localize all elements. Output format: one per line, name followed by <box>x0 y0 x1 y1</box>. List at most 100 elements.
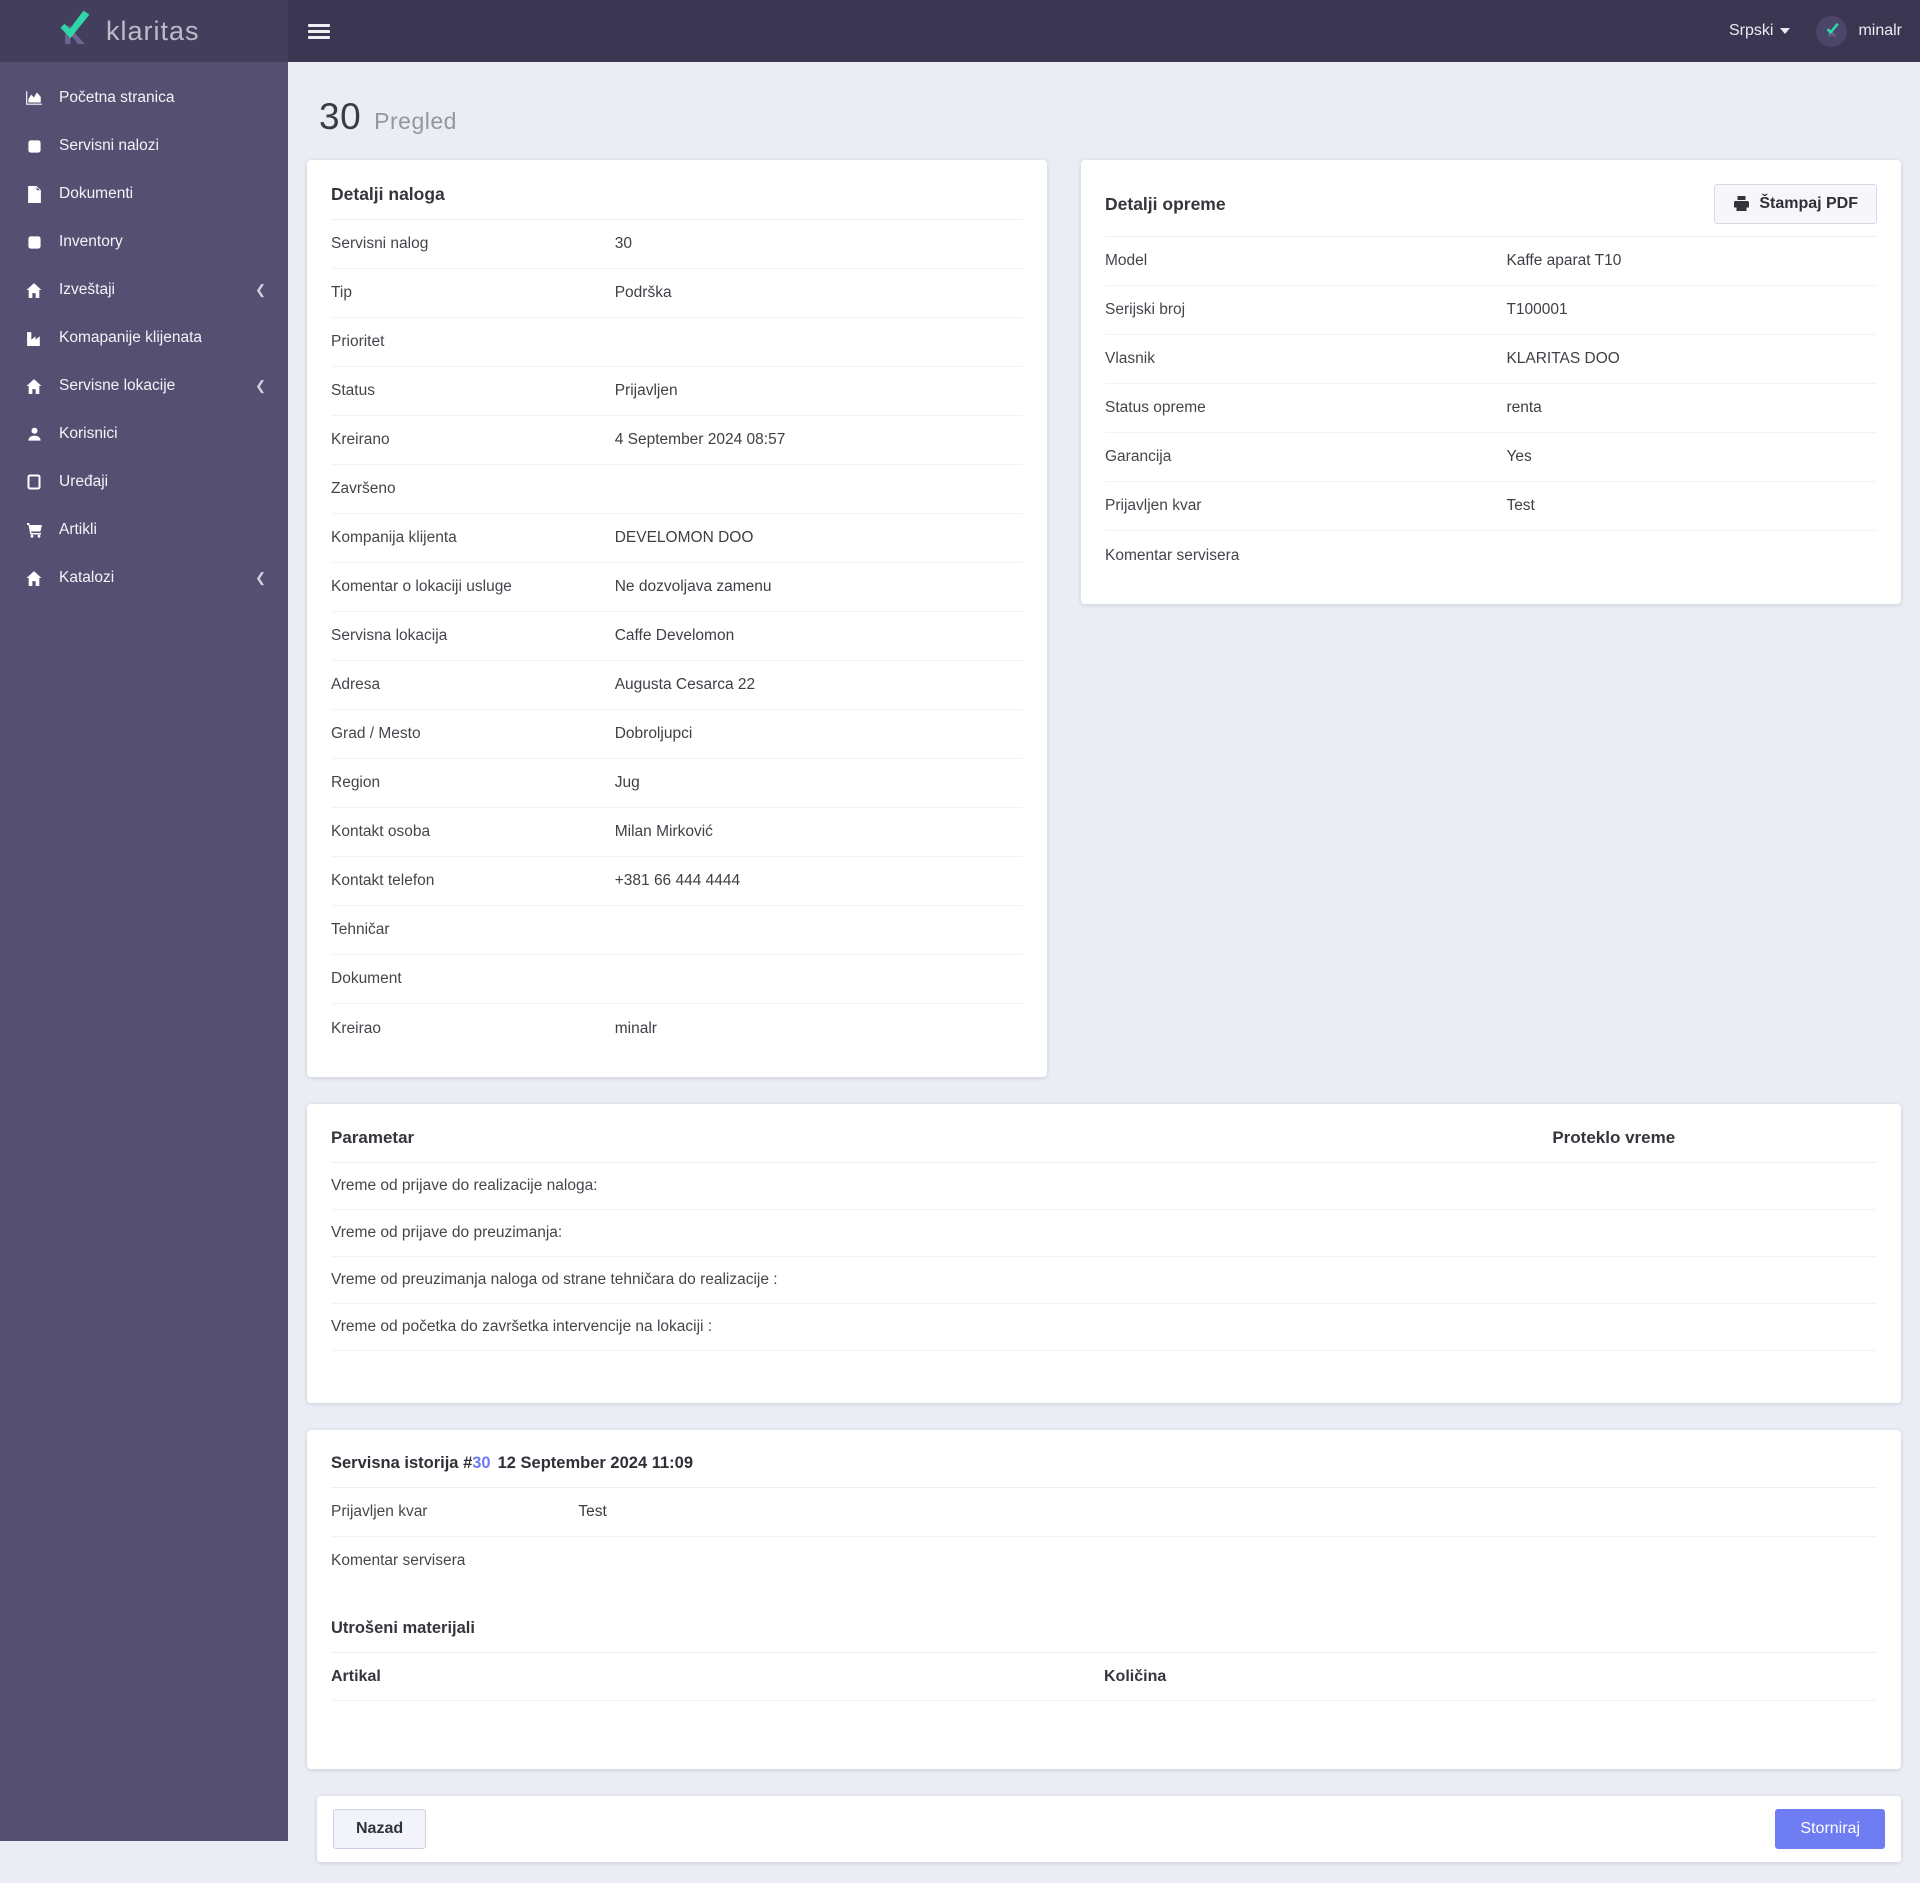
detail-row: Serijski brojT100001 <box>1105 286 1877 335</box>
chevron-down-icon <box>1780 28 1790 34</box>
footer-actions: Nazad Storniraj <box>317 1796 1901 1862</box>
tablet-icon <box>24 474 44 490</box>
sidebar-item-komapanije-klijenata[interactable]: Komapanije klijenata <box>0 314 288 362</box>
parameter-row: Vreme od početka do završetka intervenci… <box>331 1304 1877 1351</box>
detail-row: Prijavljen kvarTest <box>1105 482 1877 531</box>
order-details-card: Detalji naloga Servisni nalog30 TipPodrš… <box>307 160 1047 1077</box>
top-navbar: klaritas Srpski minalr <box>0 0 1920 62</box>
detail-row: RegionJug <box>331 759 1023 808</box>
chevron-left-icon: ❮ <box>255 282 266 298</box>
detail-row: AdresaAugusta Cesarca 22 <box>331 661 1023 710</box>
main-content: 30 Pregled Detalji naloga Servisni nalog… <box>288 0 1920 1862</box>
sidebar-item-uredjaji[interactable]: Uređaji <box>0 458 288 506</box>
square-icon <box>24 235 44 250</box>
sidebar-item-label: Početna stranica <box>59 89 266 107</box>
detail-row: Prioritet <box>331 318 1023 367</box>
klaritas-logo-icon <box>52 10 94 52</box>
detail-row: ModelKaffe aparat T10 <box>1105 237 1877 286</box>
detail-row: Kontakt osobaMilan Mirković <box>331 808 1023 857</box>
history-row: Prijavljen kvarTest <box>331 1488 1877 1537</box>
sidebar-item-label: Inventory <box>59 233 266 251</box>
user-icon <box>24 426 44 442</box>
detail-row: Kreiraominalr <box>331 1004 1023 1053</box>
materials-empty-area <box>331 1701 1877 1745</box>
square-icon <box>24 139 44 154</box>
sidebar-item-label: Izveštaji <box>59 281 240 299</box>
history-order-link[interactable]: 30 <box>472 1454 490 1472</box>
detail-row: Status opremerenta <box>1105 384 1877 433</box>
detail-row: Kreirano4 September 2024 08:57 <box>331 416 1023 465</box>
detail-row: Dokument <box>331 955 1023 1004</box>
page-title: 30 Pregled <box>319 96 1901 138</box>
order-details-title: Detalji naloga <box>331 184 1023 220</box>
brand-name: klaritas <box>106 16 200 47</box>
avatar <box>1816 16 1847 47</box>
sidebar-item-korisnici[interactable]: Korisnici <box>0 410 288 458</box>
detail-row: Kontakt telefon+381 66 444 4444 <box>331 857 1023 906</box>
page-subtitle: Pregled <box>374 108 457 135</box>
detail-row: Komentar servisera <box>1105 531 1877 580</box>
materials-title: Utrošeni materijali <box>331 1619 1877 1653</box>
document-icon <box>24 186 44 203</box>
sidebar-item-pocetna-stranica[interactable]: Početna stranica <box>0 74 288 122</box>
detail-row: Servisna lokacijaCaffe Develomon <box>331 612 1023 661</box>
home-icon <box>24 282 44 299</box>
detail-row: Završeno <box>331 465 1023 514</box>
sidebar-item-label: Korisnici <box>59 425 266 443</box>
history-row: Komentar servisera <box>331 1537 1877 1597</box>
cancel-order-button[interactable]: Storniraj <box>1775 1809 1885 1849</box>
sidebar-item-label: Dokumenti <box>59 185 266 203</box>
chevron-left-icon: ❮ <box>255 378 266 394</box>
hamburger-menu-icon[interactable] <box>308 21 330 42</box>
detail-row: Grad / MestoDobroljupci <box>331 710 1023 759</box>
order-number-heading: 30 <box>319 96 361 138</box>
sidebar-item-servisne-lokacije[interactable]: Servisne lokacije ❮ <box>0 362 288 410</box>
sidebar-item-label: Artikli <box>59 521 266 539</box>
back-button[interactable]: Nazad <box>333 1809 426 1849</box>
detail-row: Tehničar <box>331 906 1023 955</box>
parameter-row: Vreme od prijave do realizacije naloga: <box>331 1163 1877 1210</box>
sidebar: Početna stranica Servisni nalozi Dokumen… <box>0 62 288 1841</box>
print-pdf-button[interactable]: Štampaj PDF <box>1714 184 1877 224</box>
brand[interactable]: klaritas <box>0 0 288 62</box>
language-label: Srpski <box>1729 22 1773 40</box>
materials-col2-header: Količina <box>1104 1668 1166 1686</box>
detail-row: Komentar o lokaciji uslugeNe dozvoljava … <box>331 563 1023 612</box>
industry-icon <box>24 330 44 347</box>
sidebar-item-label: Komapanije klijenata <box>59 329 266 347</box>
printer-icon <box>1733 196 1750 212</box>
parameters-col2-header: Proteklo vreme <box>1552 1128 1877 1148</box>
detail-row: GarancijaYes <box>1105 433 1877 482</box>
detail-row: Kompanija klijentaDEVELOMON DOO <box>331 514 1023 563</box>
home-icon <box>24 378 44 395</box>
sidebar-item-katalozi[interactable]: Katalozi ❮ <box>0 554 288 602</box>
equipment-details-card: Detalji opreme Štampaj PDF ModelKaffe ap… <box>1081 160 1901 604</box>
detail-row: VlasnikKLARITAS DOO <box>1105 335 1877 384</box>
detail-row: Servisni nalog30 <box>331 220 1023 269</box>
language-dropdown[interactable]: Srpski <box>1729 22 1790 40</box>
parameter-row: Vreme od preuzimanja naloga od strane te… <box>331 1257 1877 1304</box>
username-label: minalr <box>1858 22 1902 40</box>
user-menu[interactable]: minalr <box>1816 16 1902 47</box>
sidebar-item-inventory[interactable]: Inventory <box>0 218 288 266</box>
sidebar-item-label: Servisni nalozi <box>59 137 266 155</box>
detail-row: TipPodrška <box>331 269 1023 318</box>
sidebar-item-label: Katalozi <box>59 569 240 587</box>
materials-col1-header: Artikal <box>331 1668 1104 1686</box>
cart-icon <box>24 522 44 538</box>
chevron-left-icon: ❮ <box>255 570 266 586</box>
parameters-card: Parametar Proteklo vreme Vreme od prijav… <box>307 1104 1901 1403</box>
parameters-col1-header: Parametar <box>331 1128 1552 1148</box>
home-icon <box>24 570 44 587</box>
sidebar-item-label: Uređaji <box>59 473 266 491</box>
sidebar-item-dokumenti[interactable]: Dokumenti <box>0 170 288 218</box>
service-history-title: Servisna istorija #3012 September 2024 1… <box>331 1454 1877 1488</box>
sidebar-item-servisni-nalozi[interactable]: Servisni nalozi <box>0 122 288 170</box>
sidebar-item-artikli[interactable]: Artikli <box>0 506 288 554</box>
parameter-row: Vreme od prijave do preuzimanja: <box>331 1210 1877 1257</box>
equipment-details-title: Detalji opreme <box>1105 194 1226 215</box>
chart-area-icon <box>24 89 44 107</box>
service-history-card: Servisna istorija #3012 September 2024 1… <box>307 1430 1901 1769</box>
sidebar-item-izvestaji[interactable]: Izveštaji ❮ <box>0 266 288 314</box>
detail-row: StatusPrijavljen <box>331 367 1023 416</box>
